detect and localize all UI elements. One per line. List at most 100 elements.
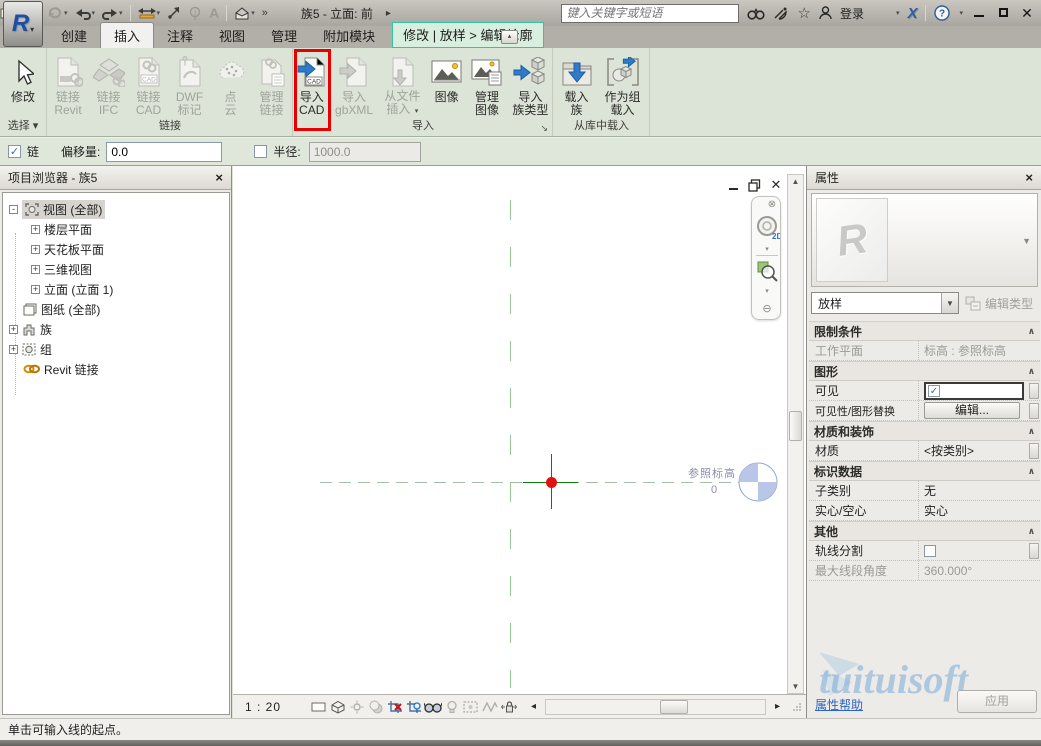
expand-icon[interactable]: + xyxy=(31,245,40,254)
level-head-symbol[interactable] xyxy=(737,461,779,503)
project-browser-close-icon[interactable]: × xyxy=(215,170,223,185)
panel-label-select[interactable]: 选择 ▾ xyxy=(0,118,46,135)
load-family-button[interactable]: 载入族 xyxy=(557,50,597,118)
property-mini-button[interactable] xyxy=(1029,383,1039,399)
properties-close-icon[interactable]: × xyxy=(1025,170,1033,185)
horizontal-scroll-thumb[interactable] xyxy=(660,700,688,714)
visible-checkbox[interactable]: ✓ xyxy=(928,385,940,397)
signin-dropdown-icon[interactable]: ▾ xyxy=(896,9,900,17)
scroll-down-icon[interactable]: ▼ xyxy=(788,682,803,691)
property-row-work-plane[interactable]: 工作平面 标高 : 参照标高 xyxy=(809,341,1040,361)
maximize-button[interactable] xyxy=(995,6,1011,20)
zoom-region-icon[interactable] xyxy=(752,259,782,283)
type-preview-box[interactable]: R ▼ xyxy=(811,193,1038,287)
sync-icon[interactable]: ▾ xyxy=(47,3,68,23)
visual-style-icon[interactable] xyxy=(328,698,347,715)
modify-button[interactable]: 修改 xyxy=(11,50,35,118)
steering-wheel-2d-icon[interactable]: 2D xyxy=(752,215,782,241)
collapse-chevron-icon[interactable]: ∧ xyxy=(1028,426,1035,437)
expand-icon[interactable]: + xyxy=(31,285,40,294)
favorites-star-icon[interactable]: ☆ xyxy=(797,3,810,23)
measure-arrow-icon[interactable] xyxy=(167,3,181,23)
view-close-icon[interactable]: ✕ xyxy=(769,178,783,192)
tree-item-sheets[interactable]: 图纸 (全部) xyxy=(23,299,100,319)
section-materials[interactable]: 材质和装饰∧ xyxy=(809,421,1040,441)
tab-addins[interactable]: 附加模块 xyxy=(310,23,388,48)
temporary-view-properties-icon[interactable] xyxy=(461,698,480,715)
help-dropdown-icon[interactable]: ▾ xyxy=(959,9,963,17)
navbar-collapse-icon[interactable]: ⊖ xyxy=(752,302,782,315)
scroll-up-icon[interactable]: ▲ xyxy=(788,177,803,186)
manage-links-button[interactable]: 管理链接 xyxy=(252,50,292,118)
tree-item-ceiling-plans[interactable]: +天花板平面 xyxy=(31,239,104,259)
shadows-icon[interactable] xyxy=(366,698,385,715)
dialog-launcher-icon[interactable]: ↘ xyxy=(540,120,548,136)
tree-item-views[interactable]: - 视图 (全部) xyxy=(9,199,105,219)
collapse-chevron-icon[interactable]: ∧ xyxy=(1028,466,1035,477)
tree-item-families[interactable]: +族 xyxy=(9,319,52,339)
image-button[interactable]: 图像 xyxy=(428,50,465,118)
property-row-max-segment-angle[interactable]: 最大线段角度 360.000° xyxy=(809,561,1040,581)
sun-path-icon[interactable] xyxy=(347,698,366,715)
tree-item-elevations[interactable]: +立面 (立面 1) xyxy=(31,279,113,299)
edit-type-button[interactable]: 编辑类型 xyxy=(965,292,1039,314)
view-scale-button[interactable]: 1 : 20 xyxy=(245,700,281,714)
expand-icon[interactable]: + xyxy=(9,345,18,354)
title-overflow-icon[interactable]: ▸ xyxy=(386,3,391,23)
properties-help-link[interactable]: 属性帮助 xyxy=(815,696,863,713)
link-ifc-button[interactable]: 链接IFC xyxy=(90,50,128,118)
navbar-close-icon[interactable]: ⊗ xyxy=(766,199,778,210)
exchange-apps-icon[interactable]: X xyxy=(907,5,917,22)
property-mini-button[interactable] xyxy=(1029,403,1039,419)
scroll-right-icon[interactable]: ▸ xyxy=(768,698,787,715)
signin-label[interactable]: 登录 xyxy=(840,5,864,22)
tab-contextual-modify-sweep[interactable]: 修改 | 放样 > 编辑轮廓 xyxy=(392,22,543,48)
level-elevation-value[interactable]: 0 xyxy=(711,484,717,496)
undo-icon[interactable]: ▾ xyxy=(75,3,96,23)
signin-person-icon[interactable] xyxy=(819,3,832,23)
crop-region-visibility-icon[interactable] xyxy=(404,698,423,715)
property-row-visible[interactable]: 可见 ✓ xyxy=(809,381,1040,401)
section-other[interactable]: 其他∧ xyxy=(809,521,1040,541)
default-3d-view-icon[interactable]: ▾ xyxy=(234,3,255,23)
manage-images-button[interactable]: 管理图像 xyxy=(467,50,506,118)
tab-view[interactable]: 视图 xyxy=(206,23,258,48)
view-minimize-icon[interactable] xyxy=(726,178,740,192)
application-menu-button[interactable]: R ▾ xyxy=(3,1,43,47)
constraints-lock-icon[interactable] xyxy=(499,698,518,715)
expand-icon[interactable]: + xyxy=(31,225,40,234)
sketch-start-point[interactable] xyxy=(546,477,557,488)
insert-from-file-button[interactable]: 从文件插入 ▾ xyxy=(379,50,426,118)
section-constraints[interactable]: 限制条件∧ xyxy=(809,321,1040,341)
apply-button[interactable]: 应用 xyxy=(957,690,1037,713)
ribbon-collapse-button[interactable]: ▴ xyxy=(501,30,518,44)
link-revit-button[interactable]: 链接Revit xyxy=(49,50,88,118)
property-row-trajectory[interactable]: 轨线分割 xyxy=(809,541,1040,561)
collapse-chevron-icon[interactable]: ∧ xyxy=(1028,526,1035,537)
search-input[interactable] xyxy=(561,4,739,23)
search-binoculars-icon[interactable] xyxy=(747,3,765,23)
aligned-dimension-icon[interactable]: ▾ xyxy=(138,3,161,23)
property-mini-button[interactable] xyxy=(1029,543,1039,559)
tab-create[interactable]: 创建 xyxy=(48,23,100,48)
scroll-left-icon[interactable]: ◂ xyxy=(524,698,543,715)
tab-manage[interactable]: 管理 xyxy=(258,23,310,48)
collapse-icon[interactable]: - xyxy=(9,205,18,214)
reference-plane-vertical[interactable] xyxy=(510,200,511,688)
property-row-solid-void[interactable]: 实心/空心 实心 xyxy=(809,501,1040,521)
section-graphics[interactable]: 图形∧ xyxy=(809,361,1040,381)
link-cad-button[interactable]: CAD 链接CAD xyxy=(130,50,168,118)
radius-checkbox[interactable] xyxy=(254,145,267,158)
close-button[interactable]: ✕ xyxy=(1019,5,1035,22)
type-selector-dropdown-icon[interactable]: ▼ xyxy=(941,293,958,313)
load-as-group-button[interactable]: 作为组载入 xyxy=(599,50,647,118)
tree-item-groups[interactable]: +组 xyxy=(9,339,52,359)
dwf-markup-button[interactable]: DWF标记 xyxy=(170,50,210,118)
collapse-chevron-icon[interactable]: ∧ xyxy=(1028,326,1035,337)
tree-item-revit-links[interactable]: Revit 链接 xyxy=(23,359,99,379)
crop-view-icon[interactable] xyxy=(385,698,404,715)
offset-input[interactable] xyxy=(106,142,222,162)
level-name-label[interactable]: 参照标高 xyxy=(688,465,736,481)
tag-icon[interactable]: 1 xyxy=(188,3,202,23)
expand-icon[interactable]: + xyxy=(9,325,18,334)
